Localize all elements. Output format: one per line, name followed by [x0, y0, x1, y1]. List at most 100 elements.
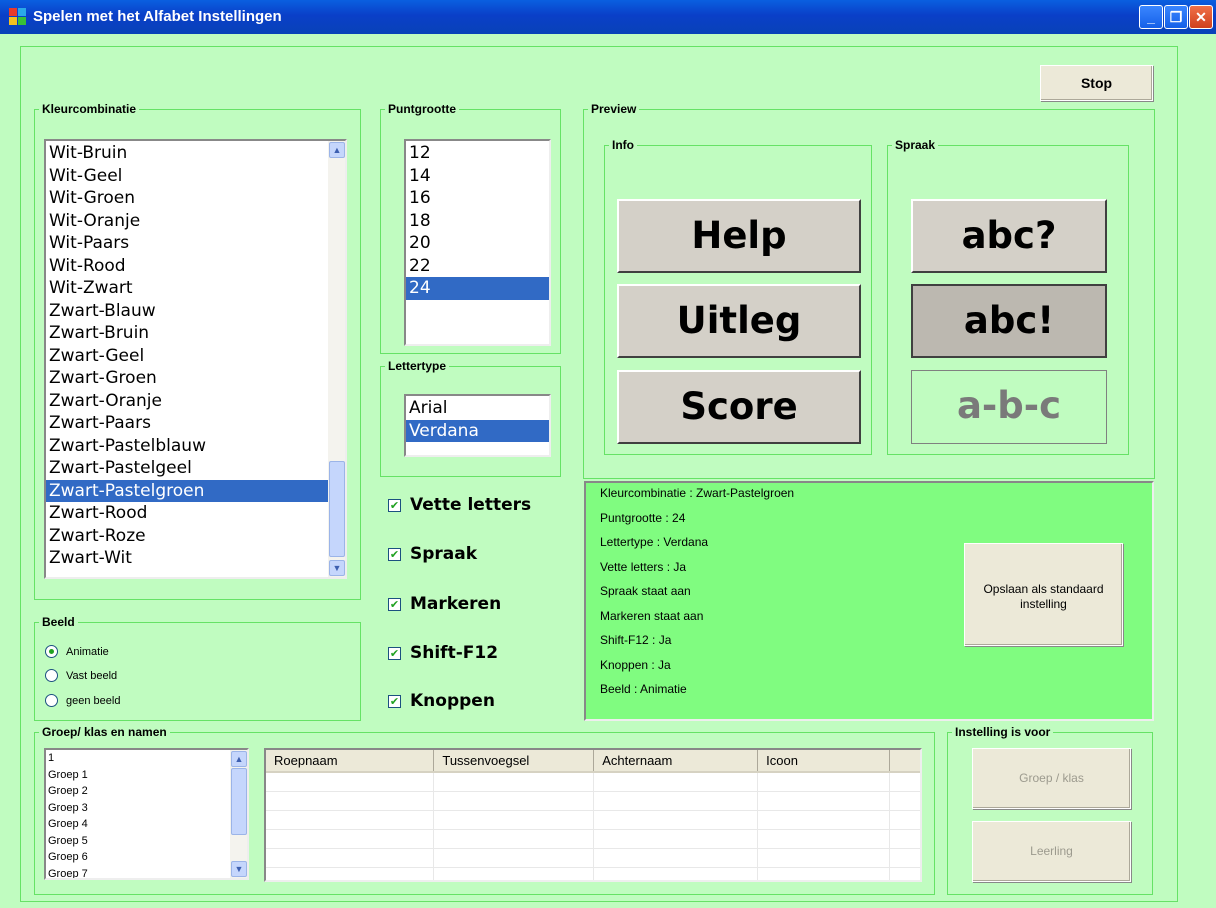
table-cell[interactable] — [433, 791, 595, 811]
lettertype-list[interactable]: Arial Verdana — [404, 394, 551, 457]
scroll-thumb[interactable] — [329, 461, 345, 557]
score-button[interactable]: Score — [617, 370, 861, 444]
table-row[interactable] — [266, 791, 920, 811]
table-cell[interactable] — [593, 772, 759, 792]
kleur-list-item[interactable]: Zwart-Roze — [46, 525, 345, 548]
table-cell[interactable] — [593, 867, 759, 880]
checkmark-icon[interactable]: ✔ — [388, 547, 401, 561]
table-cell[interactable] — [757, 848, 890, 868]
help-button[interactable]: Help — [617, 199, 861, 273]
table-row[interactable] — [266, 848, 920, 868]
table-row[interactable] — [266, 810, 920, 830]
checkbox-shift-f12[interactable]: ✔ Shift-F12 — [388, 643, 498, 663]
table-cell[interactable] — [593, 829, 759, 849]
kleur-list-item[interactable]: Zwart-Pastelgroen — [46, 479, 345, 502]
table-cell[interactable] — [266, 848, 435, 868]
table-cell[interactable] — [266, 772, 435, 792]
scroll-down-icon[interactable]: ▼ — [329, 560, 345, 576]
kleur-scrollbar[interactable]: ▲ ▼ — [328, 141, 345, 577]
table-cell[interactable] — [757, 772, 890, 792]
table-cell[interactable] — [889, 867, 920, 880]
radio-option[interactable]: geen beeld — [45, 694, 120, 707]
table-cell[interactable] — [757, 829, 890, 849]
punt-list-item[interactable]: 22 — [406, 255, 549, 278]
table-cell[interactable] — [889, 810, 920, 830]
kleur-list-item[interactable]: Zwart-Geel — [46, 345, 345, 368]
abc-dash-button[interactable]: a-b-c — [911, 370, 1107, 444]
kleur-list-item[interactable]: Zwart-Bruin — [46, 322, 345, 345]
checkmark-icon[interactable]: ✔ — [388, 694, 401, 708]
checkmark-icon[interactable]: ✔ — [388, 597, 401, 611]
checkbox-markeren[interactable]: ✔ Markeren — [388, 594, 501, 614]
table-cell[interactable] — [889, 848, 920, 868]
table-cell[interactable] — [757, 867, 890, 880]
minimize-button[interactable]: _ — [1139, 5, 1163, 29]
table-row[interactable] — [266, 867, 920, 880]
groep-scrollbar[interactable]: ▲ ▼ — [230, 750, 247, 878]
uitleg-button[interactable]: Uitleg — [617, 284, 861, 358]
table-cell[interactable] — [757, 810, 890, 830]
punt-list-item[interactable]: 12 — [406, 142, 549, 165]
scroll-thumb[interactable] — [231, 768, 247, 835]
table-cell[interactable] — [433, 867, 595, 880]
table-cell[interactable] — [433, 848, 595, 868]
radio-dot-icon[interactable] — [45, 645, 58, 658]
kleur-list-item[interactable]: Zwart-Oranje — [46, 390, 345, 413]
letter-list-item[interactable]: Verdana — [406, 419, 549, 442]
kleur-list-item[interactable]: Wit-Groen — [46, 187, 345, 210]
kleur-list-item[interactable]: Zwart-Blauw — [46, 300, 345, 323]
kleur-list-item[interactable]: Wit-Zwart — [46, 277, 345, 300]
groep-list-item[interactable]: 1 — [46, 750, 247, 767]
groep-list-item[interactable]: Groep 3 — [46, 800, 247, 817]
checkbox-knoppen[interactable]: ✔ Knoppen — [388, 691, 495, 711]
groep-klas-button[interactable]: Groep / klas — [972, 748, 1131, 809]
table-cell[interactable] — [593, 791, 759, 811]
kleur-list-item[interactable]: Zwart-Wit — [46, 547, 345, 570]
table-cell[interactable] — [593, 848, 759, 868]
radio-option[interactable]: Animatie — [45, 645, 109, 658]
punt-list-item[interactable]: 18 — [406, 210, 549, 233]
letter-list-item[interactable]: Arial — [406, 397, 549, 420]
groep-list-item[interactable]: Groep 7 — [46, 866, 247, 879]
groep-list-item[interactable]: Groep 2 — [46, 783, 247, 800]
table-cell[interactable] — [266, 867, 435, 880]
names-grid[interactable]: Roepnaam Tussenvoegsel Achternaam Icoon — [264, 748, 922, 882]
leerling-button[interactable]: Leerling — [972, 821, 1131, 882]
table-row[interactable] — [266, 772, 920, 792]
table-cell[interactable] — [889, 791, 920, 811]
abc-question-button[interactable]: abc? — [911, 199, 1107, 273]
table-cell[interactable] — [757, 791, 890, 811]
punt-list-item[interactable]: 16 — [406, 187, 549, 210]
groep-list-item[interactable]: Groep 6 — [46, 849, 247, 866]
save-default-button[interactable]: Opslaan als standaard instelling — [964, 543, 1123, 646]
radio-dot-icon[interactable] — [45, 694, 58, 707]
table-cell[interactable] — [433, 810, 595, 830]
punt-list-item[interactable]: 20 — [406, 232, 549, 255]
kleur-list-item[interactable]: Wit-Paars — [46, 232, 345, 255]
scroll-up-icon[interactable]: ▲ — [231, 751, 247, 767]
table-cell[interactable] — [433, 829, 595, 849]
scroll-down-icon[interactable]: ▼ — [231, 861, 247, 877]
checkmark-icon[interactable]: ✔ — [388, 646, 401, 660]
groep-list-item[interactable]: Groep 5 — [46, 833, 247, 850]
kleur-list-item[interactable]: Wit-Geel — [46, 165, 345, 188]
kleur-list-item[interactable]: Wit-Bruin — [46, 142, 345, 165]
puntgrootte-list[interactable]: 12 14 16 18 20 22 24 — [404, 139, 551, 346]
stop-button[interactable]: Stop — [1040, 65, 1153, 101]
table-cell[interactable] — [889, 829, 920, 849]
column-header[interactable]: Icoon — [757, 750, 890, 773]
column-header[interactable]: Tussenvoegsel — [433, 750, 595, 773]
groep-list[interactable]: 1 Groep 1 Groep 2 Groep 3 Groep 4 Groep 5 Groe… — [44, 748, 249, 880]
kleur-list-item[interactable]: Zwart-Rood — [46, 502, 345, 525]
table-cell[interactable] — [889, 772, 920, 792]
checkbox-spraak[interactable]: ✔ Spraak — [388, 544, 477, 564]
table-cell[interactable] — [433, 772, 595, 792]
table-cell[interactable] — [593, 810, 759, 830]
column-header[interactable]: Achternaam — [593, 750, 759, 773]
groep-list-item[interactable]: Groep 4 — [46, 816, 247, 833]
kleur-list-item[interactable]: Zwart-Paars — [46, 412, 345, 435]
table-row[interactable] — [266, 829, 920, 849]
kleur-list-item[interactable]: Zwart-Groen — [46, 367, 345, 390]
table-cell[interactable] — [266, 829, 435, 849]
abc-exclaim-button[interactable]: abc! — [911, 284, 1107, 358]
